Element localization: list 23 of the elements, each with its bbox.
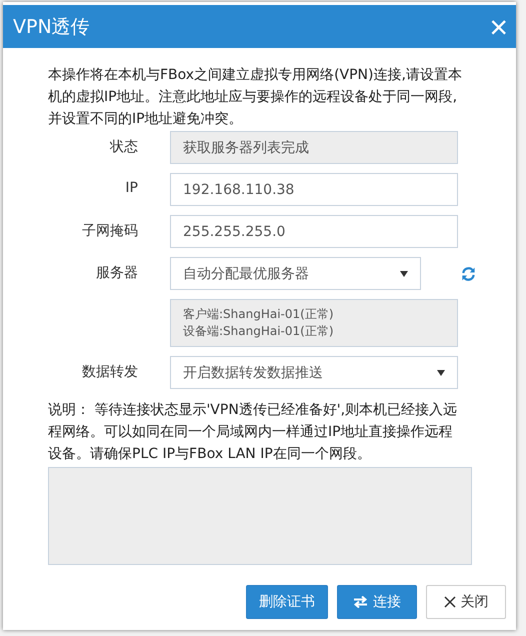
field-label: 数据转发: [81, 363, 138, 381]
input-field[interactable]: 192.168.110.38: [170, 173, 458, 206]
dropdown-arrow-icon: [437, 370, 445, 376]
input-field[interactable]: 255.255.255.0: [170, 215, 458, 248]
swap-arrows-icon: [353, 596, 368, 608]
delete-certificate-button[interactable]: 删除证书: [246, 585, 328, 619]
dropdown-arrow-icon: [400, 270, 408, 276]
field-label: 服务器: [95, 264, 138, 282]
close-icon: [444, 596, 456, 608]
refresh-icon[interactable]: [461, 266, 476, 282]
field-label: IP: [124, 179, 138, 196]
intro-text: 本操作将在本机与FBox之间建立虚拟专用网络(VPN)连接,请设置本机的虚拟IP地址。注意此地址应与要操作的远程设备处于同一网段,并设置不同的IP地址避免冲突。: [48, 66, 463, 129]
dropdown[interactable]: 自动分配最优服务器: [170, 257, 422, 290]
server-info-box: 客户端:ShangHai-01(正常) 设备端:ShangHai-01(正常): [170, 299, 458, 347]
field-label: 子网掩码: [81, 222, 138, 240]
status-field: 获取服务器列表完成: [170, 131, 458, 164]
close-button[interactable]: ×: [489, 10, 508, 42]
field-label: 状态: [109, 138, 138, 156]
dropdown[interactable]: 开启数据转发数据推送: [170, 356, 458, 389]
window-title: VPN透传: [13, 14, 90, 40]
connect-button[interactable]: 连接: [337, 585, 417, 619]
description-text: 说明： 等待连接状态显示'VPN透传已经准备好',则本机已经接入远程网络。可以如同在同一个局域网内一样通过IP地址直接操作远程设备。请确保PLC IP与FBox LAN IP在同一个网段。: [48, 401, 458, 464]
close-dialog-button[interactable]: 关闭: [426, 585, 506, 619]
